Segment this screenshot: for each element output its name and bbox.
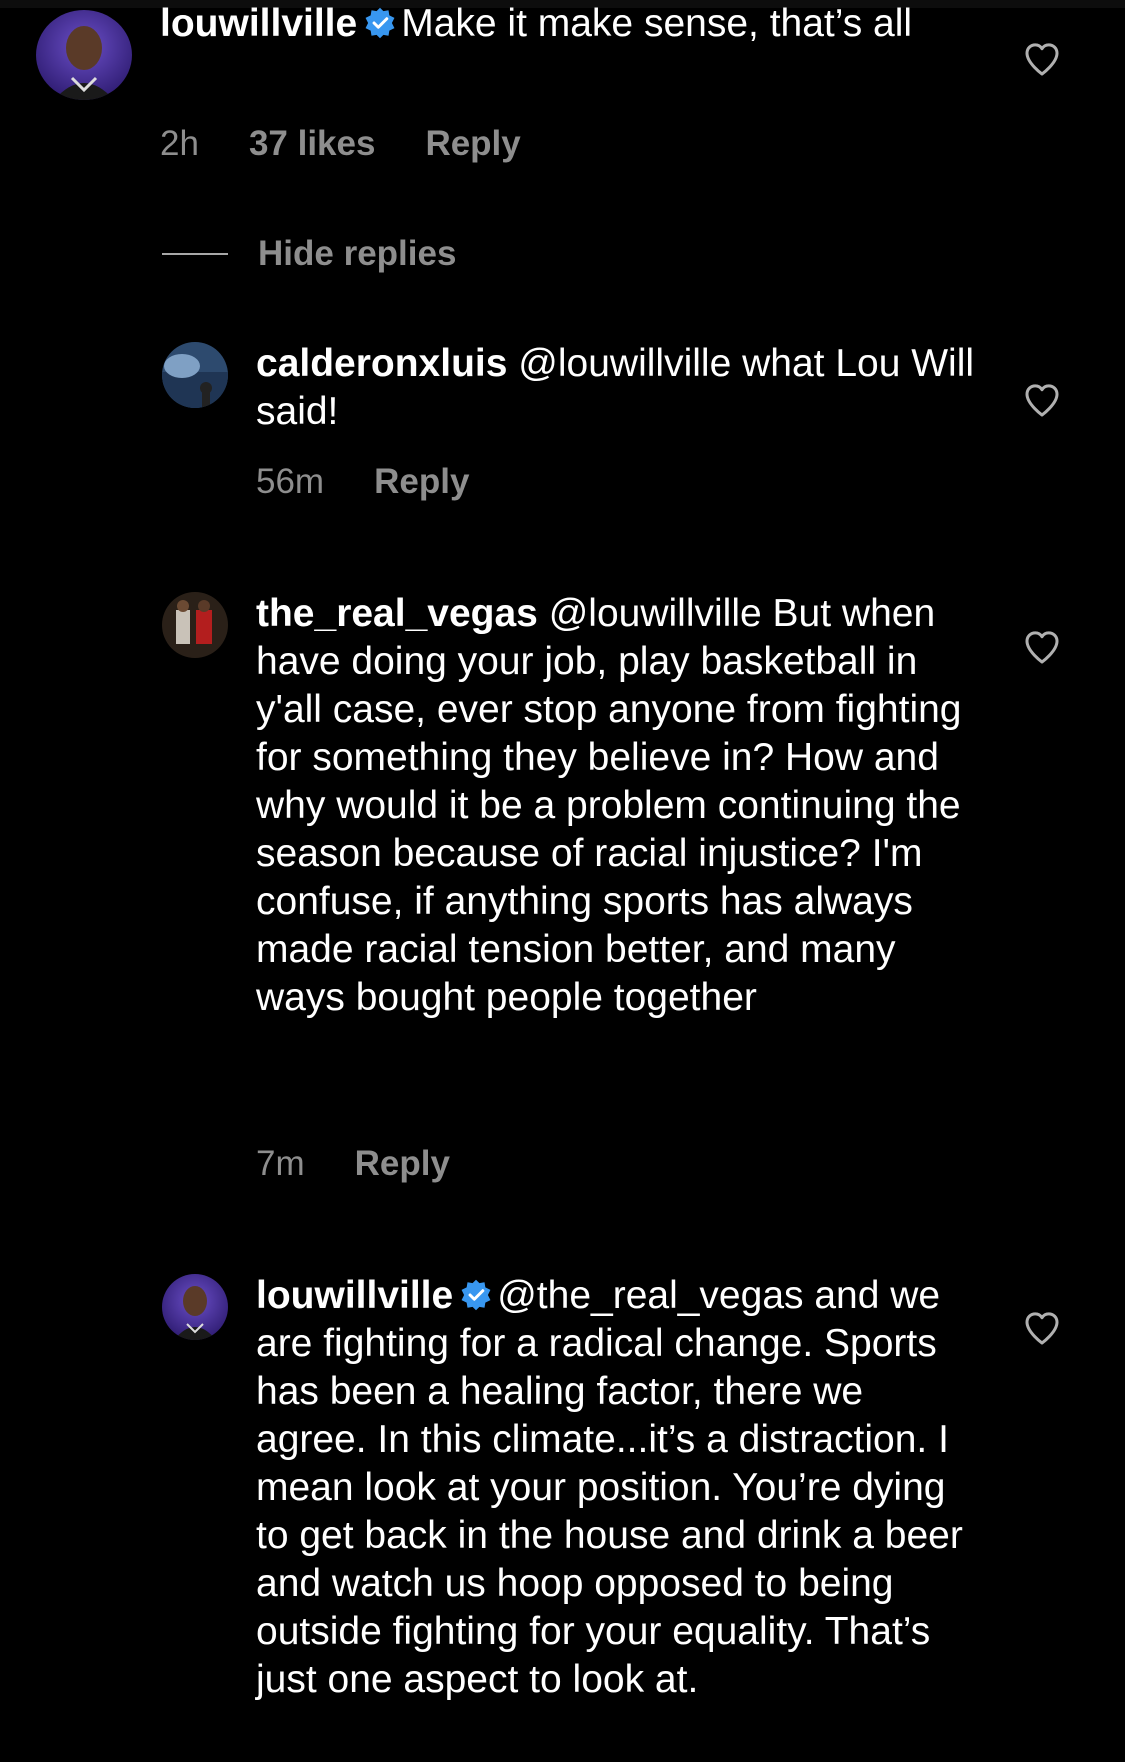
comment-meta-0: 2h 37 likes Reply: [160, 124, 571, 164]
avatar-calderonxluis[interactable]: [162, 342, 228, 408]
reply-button[interactable]: Reply: [425, 124, 520, 163]
comment-time: 2h: [160, 124, 199, 163]
verified-badge-icon: [461, 1279, 491, 1311]
comment-time: 56m: [256, 462, 325, 501]
comment-username[interactable]: louwillville: [160, 2, 357, 45]
comment-text-2: the_real_vegas @louwillville But when ha…: [256, 590, 976, 1022]
mention-link[interactable]: @louwillville: [518, 342, 731, 385]
comments-screen: louwillville Make it make sense, that’s a…: [0, 0, 1125, 1762]
reply-button[interactable]: Reply: [355, 1144, 450, 1183]
comment-body: But when have doing your job, play baske…: [256, 592, 962, 1019]
comment-text-1: calderonxluis @louwillville what Lou Wil…: [256, 340, 976, 436]
comment-body: Make it make sense, that’s all: [401, 2, 913, 45]
heart-outline-icon[interactable]: [1022, 39, 1062, 79]
mention-link[interactable]: @louwillville: [549, 592, 762, 635]
avatar-louwillville-reply[interactable]: [162, 1274, 228, 1340]
comment-username[interactable]: the_real_vegas: [256, 592, 538, 635]
comment-meta-2: 7m Reply: [256, 1144, 500, 1184]
hide-replies-line: [162, 253, 228, 255]
heart-outline-icon[interactable]: [1022, 380, 1062, 420]
comment-username[interactable]: calderonxluis: [256, 342, 507, 385]
hide-replies-label[interactable]: Hide replies: [258, 234, 456, 274]
comment-text-0: louwillville Make it make sense, that’s a…: [160, 0, 960, 48]
heart-outline-icon[interactable]: [1022, 1308, 1062, 1348]
mention-link[interactable]: @the_real_vegas: [497, 1274, 803, 1317]
likes-count[interactable]: 37 likes: [249, 124, 376, 163]
comment-meta-1: 56m Reply: [256, 462, 519, 502]
avatar-louwillville[interactable]: [36, 10, 132, 100]
comment-time: 7m: [256, 1144, 305, 1183]
heart-outline-icon[interactable]: [1022, 627, 1062, 667]
verified-badge-icon: [365, 7, 395, 39]
avatar-the_real_vegas[interactable]: [162, 592, 228, 658]
hide-replies-button[interactable]: Hide replies: [162, 232, 456, 276]
comment-text-3: louwillville @the_real_vegas and we are f…: [256, 1272, 976, 1704]
comment-body: and we are fighting for a radical change…: [256, 1274, 963, 1701]
comment-username[interactable]: louwillville: [256, 1274, 453, 1317]
reply-button[interactable]: Reply: [374, 462, 469, 501]
